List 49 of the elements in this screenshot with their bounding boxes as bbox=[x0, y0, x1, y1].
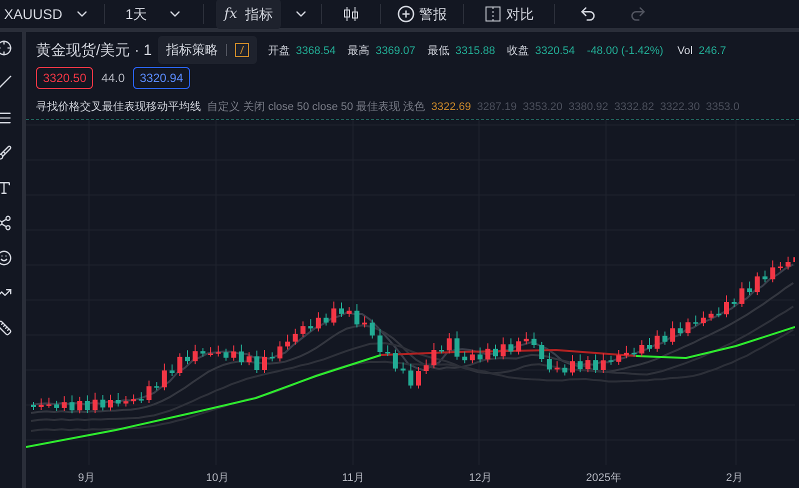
ohlc-value: 3369.07 bbox=[376, 44, 416, 59]
compare-button[interactable]: 对比 bbox=[476, 4, 542, 24]
ohlc-label: 最低 bbox=[427, 44, 450, 59]
axis-label: 2月 bbox=[726, 471, 744, 486]
volume-value: 246.7 bbox=[698, 44, 726, 59]
indicator-value: 3380.92 bbox=[568, 100, 608, 114]
crosshair-icon[interactable] bbox=[0, 40, 12, 56]
indicator-value: 3353.20 bbox=[522, 100, 563, 114]
indicator-value: 3287.19 bbox=[477, 100, 517, 114]
spread-value: 44.0 bbox=[101, 70, 125, 86]
axis-label: 2025年 bbox=[586, 471, 622, 486]
function-label: fx bbox=[224, 4, 238, 24]
ohlc-value: 3320.54 bbox=[535, 44, 575, 59]
ohlc-label: 收盘 bbox=[507, 44, 530, 59]
undo-icon[interactable] bbox=[579, 5, 598, 23]
tooltip-text: 指标策略 bbox=[166, 41, 218, 59]
ohlc-label: 开盘 bbox=[268, 44, 290, 59]
volume-label: Vol bbox=[677, 44, 693, 59]
alert-button[interactable]: 警报 bbox=[393, 4, 452, 24]
indicator-value: 3353.0 bbox=[706, 100, 740, 114]
lines-icon[interactable] bbox=[0, 110, 12, 126]
candlestick-icon[interactable] bbox=[342, 5, 360, 23]
ohlc-label: 最高 bbox=[348, 44, 370, 59]
axis-label: 12月 bbox=[469, 471, 492, 486]
indicator-value: 3332.82 bbox=[614, 100, 654, 114]
indicator-name: 寻找价格交叉最佳表现移动平均线 bbox=[36, 100, 201, 114]
axis-label: 9月 bbox=[78, 471, 96, 486]
change-value: -48.00 (-1.42%) bbox=[586, 44, 664, 59]
ruler-icon[interactable] bbox=[0, 320, 12, 336]
ohlc-value: 3315.88 bbox=[455, 44, 496, 59]
symbol-button[interactable]: XAUUSD bbox=[2, 4, 92, 24]
plus-circle-icon bbox=[397, 5, 416, 23]
symbol-title: 黄金现货/美元 · 1 bbox=[36, 41, 152, 61]
axis-label: 11月 bbox=[342, 471, 364, 486]
smiley-icon[interactable] bbox=[0, 250, 12, 266]
indicator-value: 3322.30 bbox=[660, 100, 700, 114]
buy-price[interactable]: 3320.94 bbox=[132, 66, 190, 88]
sell-price[interactable]: 3320.50 bbox=[36, 66, 94, 88]
text-icon[interactable] bbox=[0, 180, 12, 196]
ohlc-value: 3368.54 bbox=[296, 44, 336, 59]
axis-label: 10月 bbox=[206, 471, 230, 486]
compare-icon bbox=[484, 5, 502, 23]
indicators-button[interactable]: fx 指标 bbox=[216, 0, 282, 29]
nodes-icon[interactable] bbox=[0, 215, 12, 231]
interval-button[interactable]: 1天 bbox=[117, 4, 192, 24]
indicator-value: 3322.69 bbox=[431, 100, 471, 114]
pencil-icon[interactable] bbox=[235, 42, 249, 57]
indicator-params: 自定义 关闭 close 50 close 50 最佳表现 浅色 bbox=[207, 100, 426, 114]
brush-icon[interactable] bbox=[0, 145, 12, 161]
